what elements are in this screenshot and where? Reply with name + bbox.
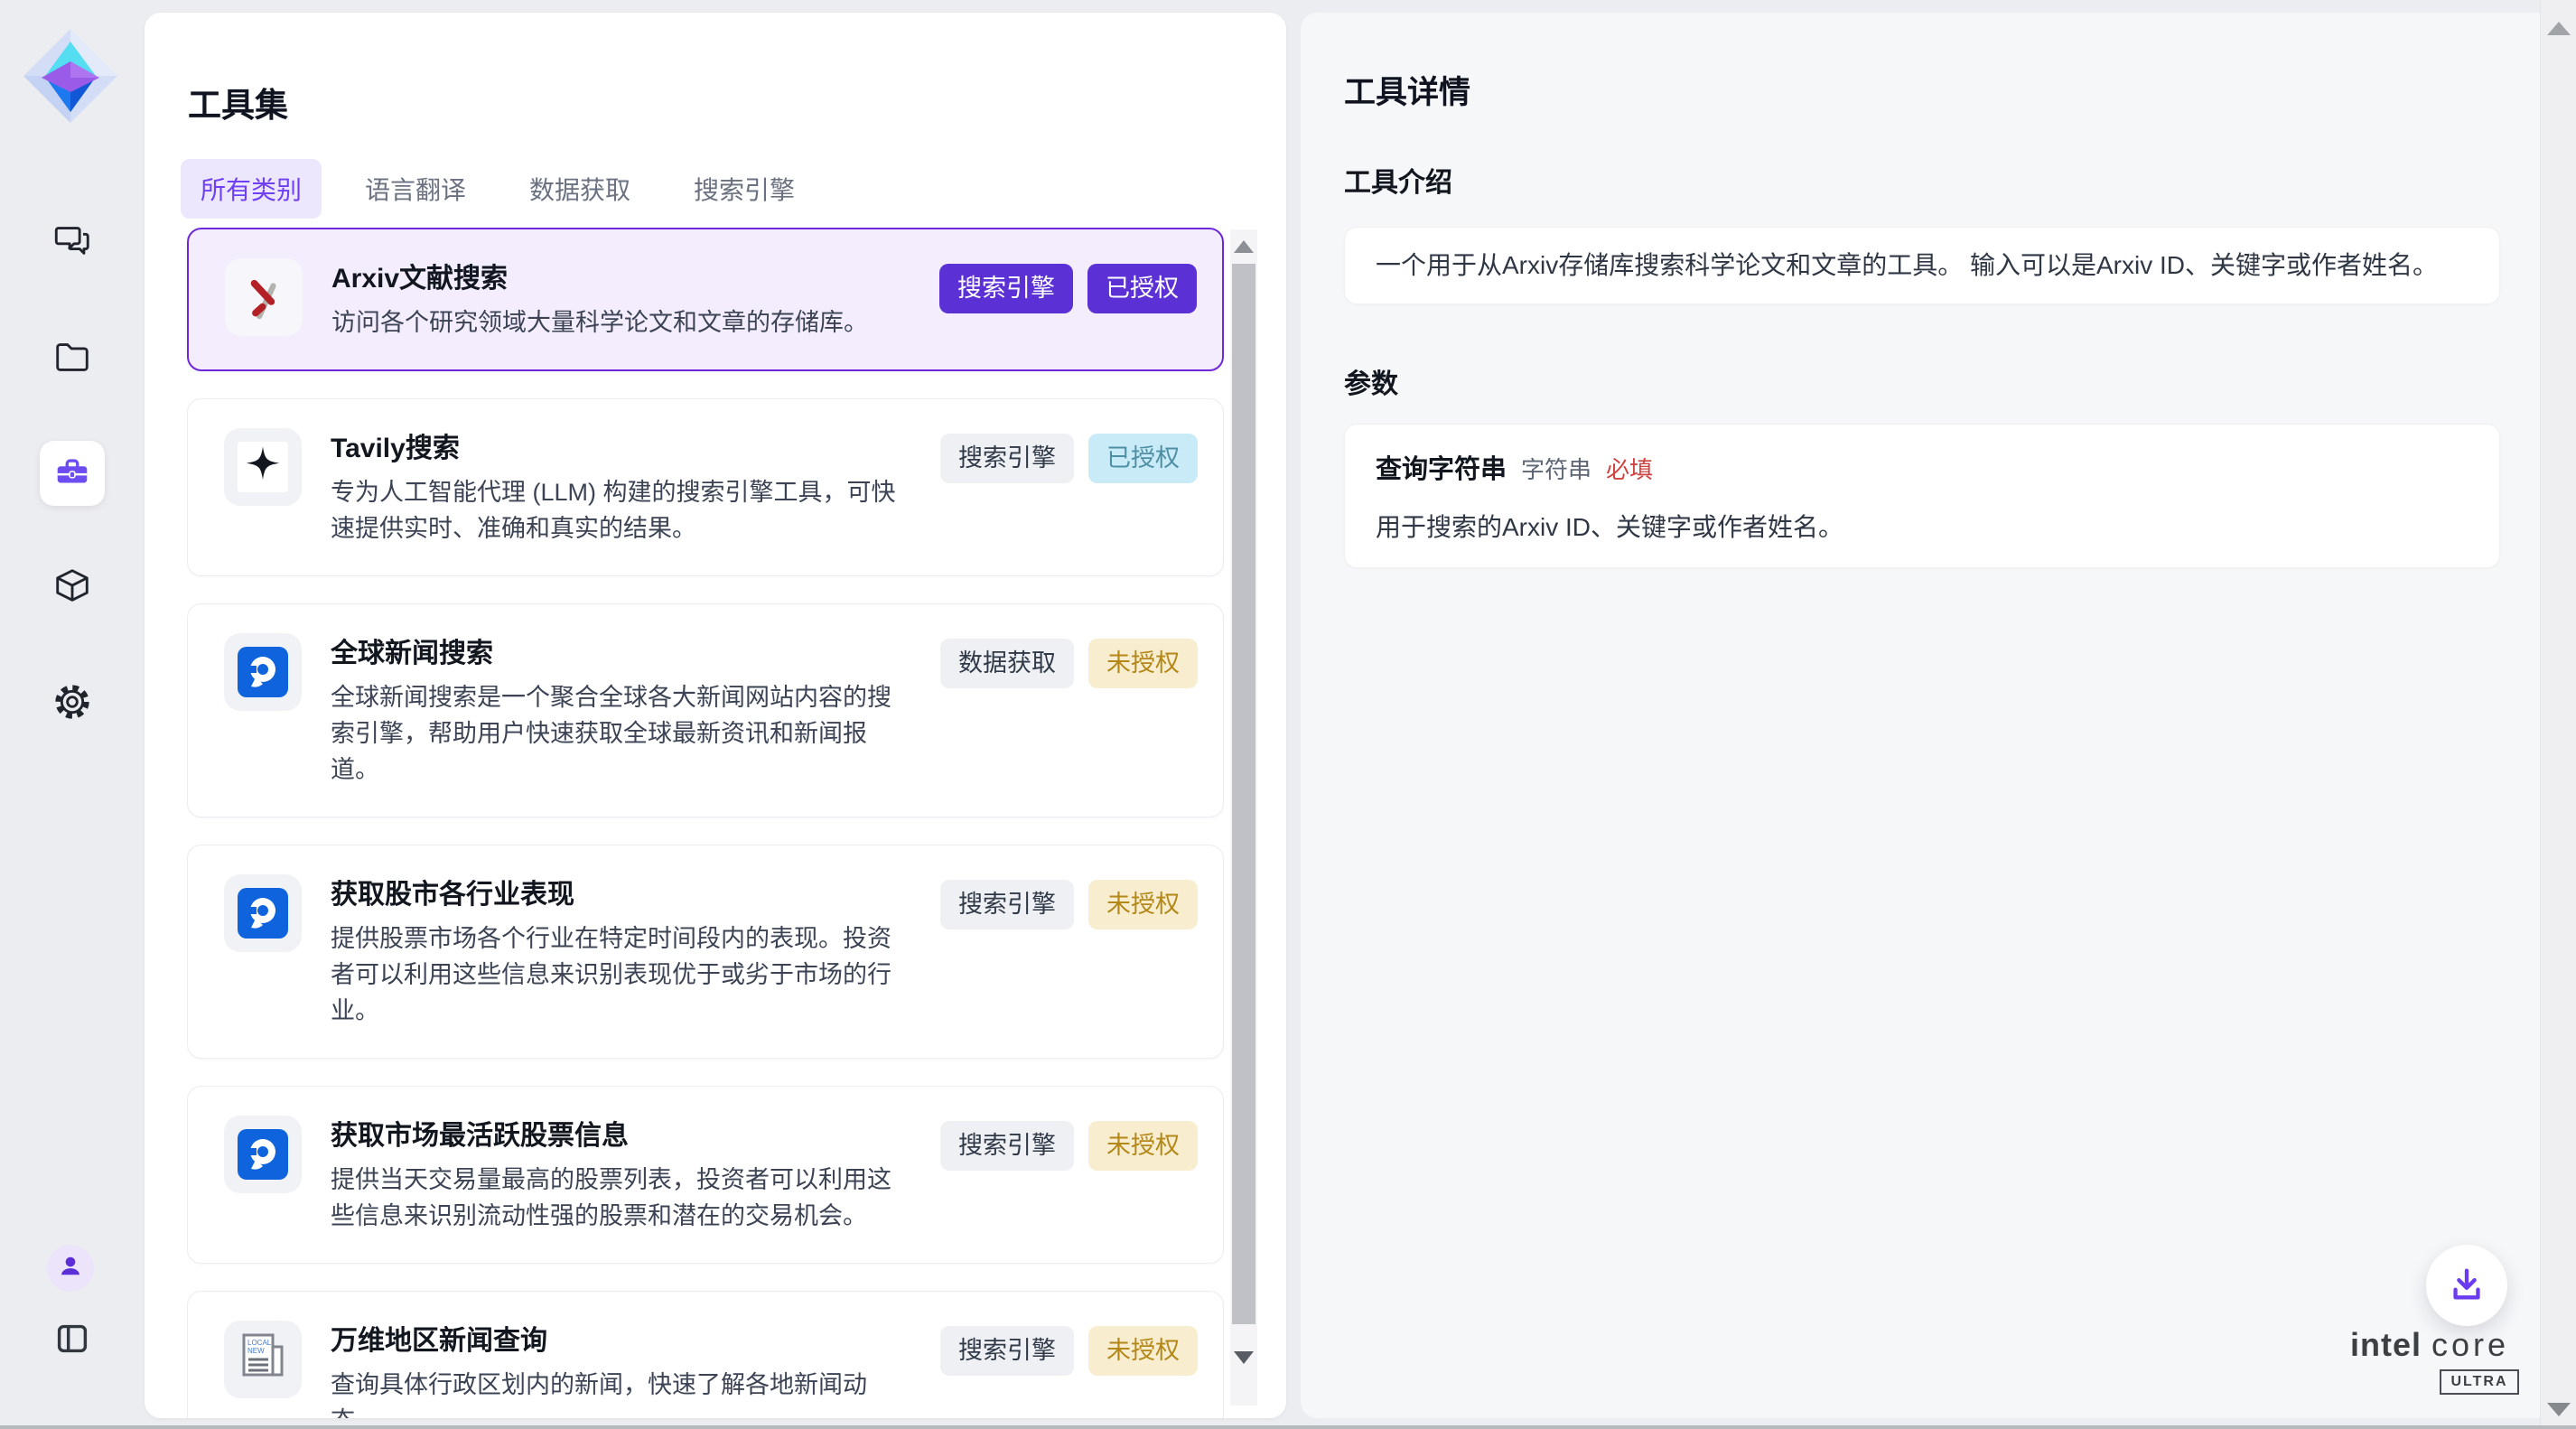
tool-auth-badge: 已授权 [1087,264,1197,313]
tool-auth-badge: 已授权 [1088,434,1198,483]
tavily-icon [238,442,288,492]
tool-detail-panel: 工具详情 工具介绍 一个用于从Arxiv存储库搜索科学论文和文章的工具。 输入可… [1301,13,2558,1418]
juhe-news-icon [238,647,288,697]
tool-icon [224,633,302,711]
tools-panel: 工具集 所有类别 语言翻译 数据获取 搜索引擎 Arxiv文献搜索 访问各个研究… [145,13,1286,1418]
download-icon [2446,1263,2487,1309]
tool-description: 查询具体行政区划内的新闻，快速了解各地新闻动态。 [331,1367,911,1418]
tool-card[interactable]: LOCALNEW 万维地区新闻查询 查询具体行政区划内的新闻，快速了解各地新闻动… [187,1291,1224,1418]
tool-description: 全球新闻搜索是一个聚合全球各大新闻网站内容的搜索引擎，帮助用户快速获取全球最新资… [331,679,911,788]
tool-card[interactable]: 全球新闻搜索 全球新闻搜索是一个聚合全球各大新闻网站内容的搜索引擎，帮助用户快速… [187,603,1224,817]
tool-icon [224,874,302,952]
detail-title: 工具详情 [1344,67,1470,113]
tool-title: 获取市场最活跃股票信息 [331,1116,911,1157]
toolbox-icon [51,451,93,497]
page-scrollbar[interactable] [2540,0,2576,1429]
tool-category-badge: 数据获取 [940,639,1074,688]
sidebar-toggle[interactable] [43,1312,101,1369]
tool-auth-badge: 未授权 [1088,1326,1198,1376]
tab-translation[interactable]: 语言翻译 [345,159,486,219]
window-bottom-edge [0,1425,2576,1429]
sidebar-toggle-icon [51,1318,93,1364]
tool-auth-badge: 未授权 [1088,880,1198,929]
tool-card[interactable]: 获取市场最活跃股票信息 提供当天交易量最高的股票列表，投资者可以利用这些信息来识… [187,1086,1224,1264]
user-avatar-icon [55,1251,86,1286]
tool-title: 获取股市各行业表现 [331,874,911,916]
tool-category-badge: 搜索引擎 [940,880,1074,929]
tool-title: 万维地区新闻查询 [331,1321,911,1362]
tab-search-engine[interactable]: 搜索引擎 [674,159,815,219]
download-button[interactable] [2426,1245,2507,1326]
tool-title: Tavily搜索 [331,428,911,470]
tool-card[interactable]: Tavily搜索 专为人工智能代理 (LLM) 构建的搜索引擎工具，可快速提供实… [187,398,1224,576]
page-scroll-up-icon[interactable] [2547,22,2571,35]
folder-icon [51,336,93,382]
local-news-icon: LOCALNEW [236,1331,290,1389]
page-scroll-down-icon[interactable] [2547,1403,2571,1416]
user-avatar[interactable] [47,1245,94,1292]
tool-description: 提供当天交易量最高的股票列表，投资者可以利用这些信息来识别流动性强的股票和潜在的… [331,1162,911,1234]
param-description: 用于搜索的Arxiv ID、关键字或作者姓名。 [1376,508,2469,544]
svg-text:LOCAL: LOCAL [247,1339,272,1347]
ultra-badge: ULTRA [2440,1369,2518,1395]
tool-icon [224,428,302,506]
sidebar-item-models[interactable] [40,556,105,621]
sidebar [0,0,145,1429]
tool-list-scrollbar[interactable] [1230,229,1257,1406]
sidebar-item-chat[interactable] [40,209,105,274]
intro-heading: 工具介绍 [1344,160,1452,200]
tool-card[interactable]: 获取股市各行业表现 提供股票市场各个行业在特定时间段内的表现。投资者可以利用这些… [187,845,1224,1059]
gear-icon [51,681,93,727]
core-wordmark: core [2431,1326,2509,1363]
scroll-up-icon[interactable] [1234,240,1254,253]
sidebar-item-settings[interactable] [40,671,105,736]
param-type: 字符串 [1521,452,1591,485]
tool-icon [224,1116,302,1193]
tool-icon: LOCALNEW [224,1321,302,1398]
tool-description: 专为人工智能代理 (LLM) 构建的搜索引擎工具，可快速提供实时、准确和真实的结… [331,474,911,546]
intel-core-ultra-logo: intel core ULTRA [2321,1326,2538,1395]
tool-card[interactable]: Arxiv文献搜索 访问各个研究领域大量科学论文和文章的存储库。 搜索引擎 已授… [187,228,1224,371]
param-card: 查询字符串 字符串 必填 用于搜索的Arxiv ID、关键字或作者姓名。 [1344,424,2500,568]
intro-card: 一个用于从Arxiv存储库搜索科学论文和文章的工具。 输入可以是Arxiv ID… [1344,227,2500,304]
sidebar-item-tools[interactable] [40,441,105,506]
juhe-news-icon [238,1129,288,1180]
category-tabs: 所有类别 语言翻译 数据获取 搜索引擎 [181,159,815,219]
tool-title: Arxiv文献搜索 [331,258,910,300]
intro-text: 一个用于从Arxiv存储库搜索科学论文和文章的工具。 输入可以是Arxiv ID… [1376,248,2438,284]
cube-icon [51,565,93,612]
app-logo [20,25,121,126]
param-required-badge: 必填 [1606,452,1653,485]
tools-panel-title: 工具集 [188,78,288,126]
intel-wordmark: intel [2350,1326,2422,1363]
tool-list: Arxiv文献搜索 访问各个研究领域大量科学论文和文章的存储库。 搜索引擎 已授… [187,228,1224,1418]
tool-title: 全球新闻搜索 [331,633,911,675]
tool-category-badge: 搜索引擎 [940,1121,1074,1171]
scroll-down-icon[interactable] [1234,1351,1254,1364]
tool-auth-badge: 未授权 [1088,1121,1198,1171]
juhe-news-icon [238,888,288,939]
svg-text:NEW: NEW [247,1347,265,1355]
tool-category-badge: 搜索引擎 [940,434,1074,483]
tool-auth-badge: 未授权 [1088,639,1198,688]
tool-category-badge: 搜索引擎 [940,1326,1074,1376]
tool-category-badge: 搜索引擎 [939,264,1073,313]
chat-icon [51,219,93,265]
tab-data-fetch[interactable]: 数据获取 [509,159,650,219]
tool-description: 访问各个研究领域大量科学论文和文章的存储库。 [331,304,910,341]
sidebar-item-files[interactable] [40,326,105,391]
tab-all-categories[interactable]: 所有类别 [181,159,322,219]
scrollbar-thumb[interactable] [1232,264,1255,1324]
tool-description: 提供股票市场各个行业在特定时间段内的表现。投资者可以利用这些信息来识别表现优于或… [331,920,911,1029]
app-root: 工具集 所有类别 语言翻译 数据获取 搜索引擎 Arxiv文献搜索 访问各个研究… [0,0,2576,1429]
params-heading: 参数 [1344,361,1398,401]
tool-icon [225,258,303,336]
arxiv-icon [237,268,291,327]
param-name: 查询字符串 [1376,448,1507,486]
